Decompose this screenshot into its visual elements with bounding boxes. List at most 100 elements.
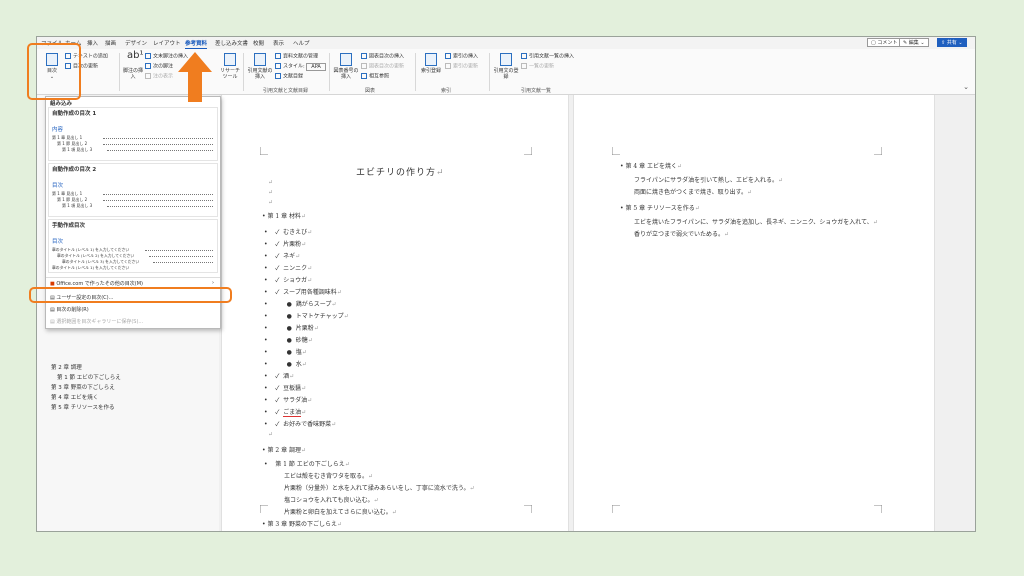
toc-leader [103,144,213,145]
heading-section-1: • 第 1 節 エビの下ごしらえ↵ [264,461,350,468]
caption-icon [340,53,352,66]
cross-reference-button[interactable]: 相互参照 [361,73,389,80]
nav-heading[interactable]: 第 4 章 エビを焼く [51,393,98,401]
crop-mark [874,505,882,513]
toc-preview-heading: 目次 [52,239,64,245]
tab-draw[interactable]: 描画 [105,39,116,47]
tab-design[interactable]: デザイン [125,39,147,47]
paragraph-mark: ↵ [268,431,274,438]
update-table-of-authorities-button[interactable]: 一覧の更新 [521,63,554,70]
crop-mark [612,147,620,155]
chevron-down-icon: ⌄ [956,40,963,46]
list-item: • ✓ むきえび↵ [264,229,313,236]
menu-item-save-selection[interactable]: ▤ 選択範囲を目次ギャラリーに保存(S)... [50,318,143,325]
collapse-ribbon-icon[interactable]: ⌄ [963,83,969,91]
group-label-citations: 引用文献と文献目録 [263,88,309,94]
tab-help[interactable]: ヘルプ [293,39,310,47]
insert-table-of-authorities-button[interactable]: 引用文献一覧の挿入 [521,53,574,60]
group-label-authorities: 引用文献一覧 [521,88,552,94]
toc-option-auto-2[interactable]: 自動作成の目次 2 目次 第 1 章 見出し 1 第 1 節 見出し 2 第 1… [48,163,218,217]
nav-heading[interactable]: 第 3 章 野菜の下ごしらえ [51,383,115,391]
tab-mailings[interactable]: 差し込み文書 [215,39,248,47]
list-item: • ✓ スープ用各種調味料↵ [264,289,342,296]
show-notes-button[interactable]: 注の表示 [145,73,173,80]
sub-list-item: • ● トマトケチャップ↵ [264,313,349,320]
menu-item-office-more[interactable]: ■ Office.com で作ったその他の目次(M) › [50,280,214,287]
style-select[interactable]: スタイル: APA [275,62,326,71]
toc-leader [103,200,213,201]
sub-list-item: • ● 水↵ [264,361,307,368]
sub-list-item: • ● 鶏がらスープ↵ [264,301,337,308]
toc-leader [153,262,213,263]
toc-leader [145,250,213,251]
list-item: • ✓ お好みで香味野菜↵ [264,421,337,428]
mark-citation-icon [500,53,512,66]
tab-review[interactable]: 校閲 [253,39,264,47]
mark-entry-button[interactable]: 索引登録 [419,53,443,74]
body-line: 塩コショウを入れても良い込む。↵ [284,497,379,504]
tab-layout[interactable]: レイアウト [153,39,181,47]
toc-preview-row: 第 1 項 見出し 3 [62,147,93,152]
divider [119,53,120,91]
toc-preview-heading: 内容 [52,127,64,133]
update-table-button[interactable]: 図表目次の更新 [361,63,404,70]
update-index-button[interactable]: 索引の更新 [445,63,478,70]
insert-footnote-button[interactable]: ab¹ 脚注の挿入 [123,50,144,81]
insert-index-button[interactable]: 索引の挿入 [445,53,478,60]
bibliography-button[interactable]: 文献目録 [275,73,303,80]
research-tool-button[interactable]: リサーチ ツール [217,53,243,80]
paragraph-mark: ↵ [268,179,274,186]
toc-preview-row: 章のタイトル (レベル 1) を入力してください [52,265,130,270]
crop-mark [260,505,268,513]
toc-option-manual[interactable]: 手動作成目次 目次 章のタイトル (レベル 1) を入力してください 章のタイト… [48,219,218,273]
edit-button[interactable]: ✎ 編集 ⌄ [899,38,929,47]
document-page-1[interactable]: エビチリの作り方↵ ↵ ↵ ↵ • 第 1 章 材料↵ • ✓ むきえび↵ • … [221,95,569,531]
tab-insert[interactable]: 挿入 [87,39,98,47]
menu-item-remove-toc[interactable]: ▤ 目次の削除(R) [50,306,89,313]
next-footnote-button[interactable]: 次の脚注 [145,63,173,70]
toc-option-auto-1[interactable]: 自動作成の目次 1 内容 第 1 章 見出し 1 第 1 節 見出し 2 第 1… [48,107,218,161]
heading-chapter-3: • 第 3 章 野菜の下ごしらえ↵ [262,521,343,528]
tab-view[interactable]: 表示 [273,39,284,47]
figures-icon [361,53,367,59]
refresh-icon [521,63,527,69]
toc-leader [149,256,213,257]
document-page-2[interactable]: • 第 4 章 エビを焼く↵ フライパンにサラダ油を引いて熱し、エビを入れる。↵… [573,95,935,531]
divider [243,53,244,91]
comment-button[interactable]: ▢ コメント [867,38,902,47]
endnote-icon [145,53,151,59]
refresh-icon [361,63,367,69]
group-label-index: 索引 [441,88,452,94]
paragraph-mark: ↵ [268,199,274,206]
toc-leader [103,138,213,139]
toc-option-title: 自動作成の目次 1 [52,111,97,117]
nav-heading[interactable]: 第 5 章 チリソースを作る [51,403,114,411]
nav-heading[interactable]: 第 2 章 調理 [51,363,82,371]
heading-chapter-4: • 第 4 章 エビを焼く↵ [620,163,683,170]
list-item: • ✓ 片栗粉↵ [264,241,307,248]
mark-entry-icon [425,53,437,66]
insert-caption-button[interactable]: 図表番号の挿入 [333,53,359,80]
body-line: 片栗粉（分量外）と水を入れて揉みあらいをし、丁寧に流水で洗う。↵ [284,485,475,492]
insert-table-of-figures-button[interactable]: 図表目次の挿入 [361,53,404,60]
manage-sources-button[interactable]: 資料文献の管理 [275,53,318,60]
tab-references[interactable]: 参考資料 [185,39,208,49]
footnote-icon: ab¹ [127,50,144,61]
body-line: エビは殻をむき背ワタを取る。↵ [284,473,374,480]
sources-icon [275,53,281,59]
divider [489,53,490,91]
authorities-icon [521,53,527,59]
highlight-toc-button [27,43,81,100]
toc-preview-row: 第 1 項 見出し 3 [62,203,93,208]
sub-list-item: • ● 塩↵ [264,349,307,356]
citation-icon [254,53,266,66]
share-button[interactable]: ⇪ 共有 ⌄ [937,38,967,47]
mark-citation-button[interactable]: 引用文の登録 [493,53,519,80]
toc-leader [107,150,213,151]
body-line: フライパンにサラダ油を引いて熱し、エビを入れる。↵ [634,177,784,184]
nav-heading[interactable]: 第 1 節 エビの下ごしらえ [57,373,121,381]
notes-icon [145,73,151,79]
insert-citation-button[interactable]: 引用文献の挿入 [247,53,273,80]
list-item: • ✓ ネギ↵ [264,253,301,260]
document-title: エビチリの作り方↵ [356,168,445,178]
